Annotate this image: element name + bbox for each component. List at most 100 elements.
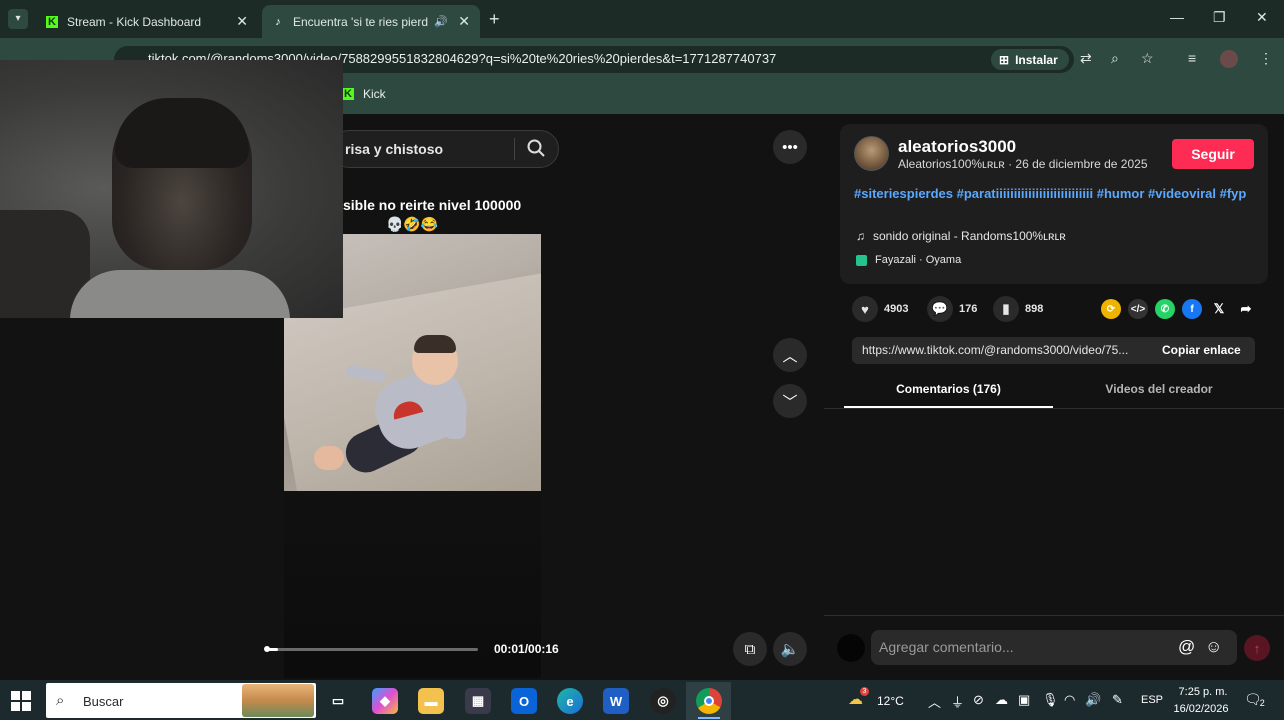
clock-date[interactable]: 16/02/2026 — [1171, 703, 1231, 715]
search-highlight-image[interactable] — [242, 684, 314, 717]
onedrive-icon[interactable]: ☁ — [995, 692, 1008, 708]
comment-button[interactable]: 💬 176 — [927, 296, 977, 322]
outlook-icon[interactable]: O — [511, 688, 537, 714]
star-icon[interactable]: ☆ — [1141, 50, 1154, 67]
microphone-icon[interactable]: 🎙 — [1042, 692, 1059, 708]
comment-icon: 💬 — [927, 296, 953, 322]
chrome-icon[interactable] — [696, 688, 722, 714]
install-button[interactable]: ⊞ Instalar — [991, 49, 1069, 70]
copilot-icon[interactable]: ◆ — [372, 688, 398, 714]
user-avatar — [837, 634, 865, 662]
speaker-icon[interactable]: 🔊 — [1085, 692, 1101, 708]
profile-avatar[interactable] — [1220, 50, 1238, 68]
windows-start-icon[interactable] — [10, 690, 32, 712]
embed-icon[interactable]: </> — [1128, 299, 1148, 319]
store-icon[interactable]: ▦ — [465, 688, 491, 714]
taskbar-search-label[interactable]: Buscar — [83, 694, 123, 709]
chevron-up-icon[interactable]: ︿ — [928, 692, 941, 711]
tab-search-button[interactable]: ▾ — [8, 9, 28, 29]
volume-button[interactable]: 🔈 — [773, 632, 807, 666]
clock-time[interactable]: 7:25 p. m. — [1176, 686, 1230, 698]
close-icon[interactable]: ✕ — [236, 13, 248, 30]
divider — [824, 615, 1284, 616]
progress-handle[interactable] — [264, 646, 270, 652]
save-count: 898 — [1025, 303, 1044, 315]
chevron-up-icon: ︿ — [782, 347, 798, 365]
notification-count: 2 — [1259, 698, 1265, 708]
tab-comments[interactable]: Comentarios (176) — [844, 382, 1053, 396]
obs-icon[interactable]: ◎ — [650, 688, 676, 714]
search-input[interactable]: risa y chistoso — [345, 141, 443, 157]
ellipsis-icon: ••• — [782, 138, 798, 156]
close-window-button[interactable]: ✕ — [1256, 9, 1268, 26]
creator-avatar[interactable] — [854, 136, 889, 171]
more-options-button[interactable]: ••• — [773, 130, 807, 164]
minimize-button[interactable]: — — [1170, 9, 1184, 25]
whatsapp-icon[interactable]: ✆ — [1155, 299, 1175, 319]
weather-temperature[interactable]: 12°C — [877, 694, 904, 708]
location-label: Fayazali · Oyama — [875, 254, 962, 266]
video-link[interactable]: https://www.tiktok.com/@randoms3000/vide… — [862, 343, 1144, 357]
usb-icon[interactable]: ⏚ — [951, 692, 964, 711]
speaker-icon[interactable]: 🔊 — [434, 15, 448, 28]
like-button[interactable]: ♥ 4903 — [852, 296, 908, 322]
network-off-icon[interactable]: ⊘ — [973, 692, 984, 708]
install-label: Instalar — [1015, 52, 1058, 67]
tab-title: Stream - Kick Dashboard — [67, 14, 202, 29]
sound-label: sonido original - Randoms100%ʟʀʟʀ — [873, 229, 1066, 243]
chevron-down-icon: ﹀ — [782, 393, 798, 411]
wifi-icon[interactable]: ◠ — [1064, 692, 1075, 708]
word-icon[interactable]: W — [603, 688, 629, 714]
pen-icon[interactable]: ✎ — [1112, 692, 1123, 708]
music-note-icon: ♫ — [856, 229, 865, 243]
creator-subline: Aleatorios100%ʟʀʟʀ · 26 de diciembre de … — [898, 157, 1148, 171]
search-icon[interactable] — [526, 138, 546, 158]
task-view-icon[interactable]: ▭ — [325, 688, 351, 714]
language-indicator[interactable]: ESP — [1141, 694, 1163, 706]
tab-kick-dashboard[interactable]: K Stream - Kick Dashboard ✕ — [36, 5, 258, 38]
repost-icon[interactable]: ⟳ — [1101, 299, 1121, 319]
bookmark-label: Kick — [363, 87, 386, 101]
follow-button[interactable]: Seguir — [1172, 139, 1254, 169]
picture-in-picture-button[interactable]: ⧉ — [733, 632, 767, 666]
video-hashtags[interactable]: #siteriespierdes #paratiiiiiiiiiiiiiiiii… — [854, 185, 1254, 203]
previous-video-button[interactable]: ︿ — [773, 338, 807, 372]
share-arrow-icon[interactable]: ➦ — [1236, 299, 1256, 319]
close-icon[interactable]: ✕ — [458, 13, 470, 30]
translate-icon[interactable]: ⇄ — [1080, 50, 1092, 67]
comment-placeholder[interactable]: Agregar comentario... — [879, 639, 1014, 655]
new-tab-button[interactable]: + — [489, 9, 500, 30]
save-button[interactable]: ▮ 898 — [993, 296, 1043, 322]
volume-icon: 🔈 — [780, 641, 800, 658]
facebook-icon[interactable]: f — [1182, 299, 1202, 319]
emoji-icon[interactable]: ☺ — [1205, 637, 1222, 657]
creator-username[interactable]: aleatorios3000 — [898, 137, 1016, 157]
timecode: 00:01/00:16 — [494, 642, 559, 656]
mention-icon[interactable]: @ — [1178, 637, 1195, 657]
notification-icon[interactable]: 🗨2 — [1244, 691, 1267, 708]
media-control-icon[interactable]: ≡ — [1188, 50, 1196, 66]
tab-tiktok[interactable]: ♪ Encuentra 'si te ries pierdes 🔊 ✕ — [262, 5, 480, 38]
divider — [824, 408, 1284, 409]
zoom-icon[interactable]: ⌕ — [1111, 50, 1119, 67]
progress-bar[interactable] — [265, 648, 478, 651]
bookmark-kick[interactable]: K Kick — [342, 87, 386, 101]
next-video-button[interactable]: ﹀ — [773, 384, 807, 418]
location-link[interactable]: Fayazali · Oyama — [856, 254, 961, 266]
tab-creator-videos[interactable]: Videos del creador — [1053, 382, 1265, 396]
pip-icon: ⧉ — [744, 640, 756, 658]
camera-icon[interactable]: ▣ — [1018, 692, 1030, 708]
edge-icon[interactable]: e — [557, 688, 583, 714]
file-explorer-icon[interactable]: ▬ — [418, 688, 444, 714]
weather-badge: 3 — [860, 687, 869, 696]
menu-icon[interactable]: ⋮ — [1259, 50, 1273, 67]
location-pin-icon — [856, 254, 867, 266]
maximize-button[interactable]: ❐ — [1213, 9, 1226, 26]
send-comment-button[interactable]: ↑ — [1244, 635, 1270, 661]
tab-title: Encuentra 'si te ries pierdes — [293, 14, 428, 29]
x-icon[interactable]: 𝕏 — [1209, 299, 1229, 319]
sound-link[interactable]: ♫ sonido original - Randoms100%ʟʀʟʀ — [856, 229, 1066, 243]
kick-icon: K — [46, 15, 58, 28]
copy-link-button[interactable]: Copiar enlace — [1162, 343, 1241, 357]
webcam-overlay — [0, 60, 343, 318]
